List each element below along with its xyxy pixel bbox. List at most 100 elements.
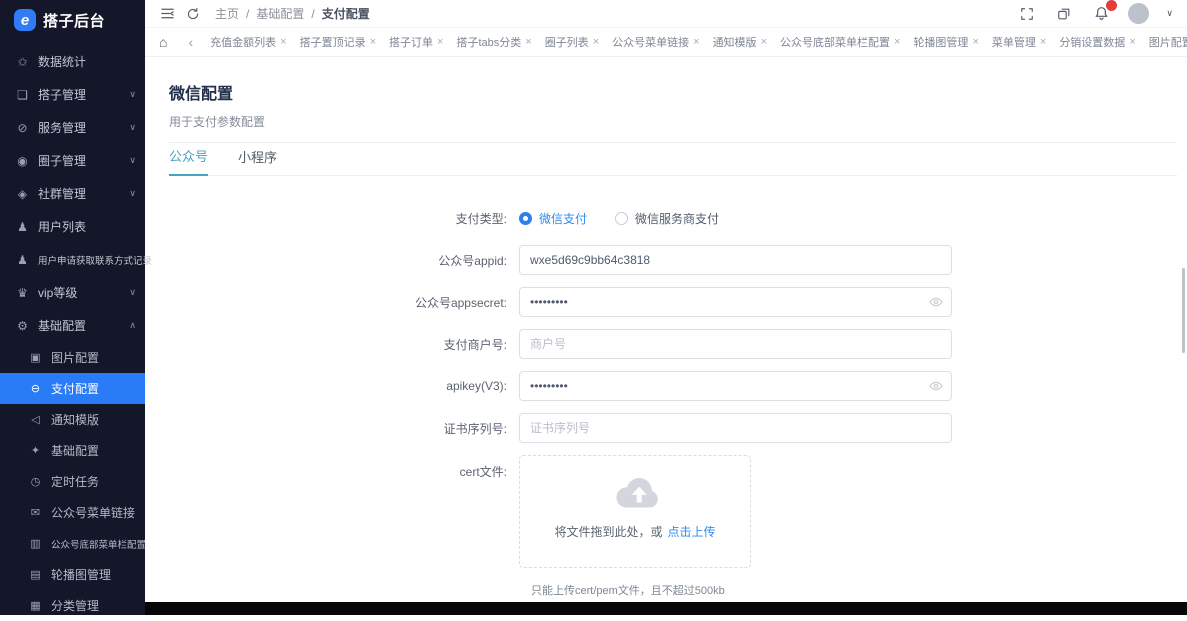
close-icon[interactable]: ×	[280, 36, 286, 48]
click-upload-link[interactable]: 点击上传	[668, 525, 716, 539]
cert-file-row: cert文件: 将文件拖到此处，或点击上传	[169, 455, 1187, 568]
speaker-icon: ◁	[28, 413, 43, 426]
appid-label: 公众号appid:	[169, 252, 519, 269]
notifications-bell-icon[interactable]	[1091, 4, 1111, 24]
close-icon[interactable]: ×	[894, 36, 900, 48]
sidebar-item-vip-level[interactable]: ♛ vip等级 ∨	[0, 276, 145, 309]
cert-serial-input[interactable]	[519, 413, 952, 443]
radio-wechat-provider-pay[interactable]: 微信服务商支付	[615, 210, 719, 227]
tab-label: 通知模版	[713, 34, 757, 50]
avatar[interactable]	[1128, 3, 1149, 24]
collapse-sidebar-icon[interactable]	[157, 4, 177, 24]
sidebar-subitem-cron-tasks[interactable]: ◷ 定时任务	[0, 466, 145, 497]
close-icon[interactable]: ×	[1129, 36, 1135, 48]
tab-item[interactable]: 圈子列表 ×	[545, 28, 599, 57]
radio-selected-icon	[519, 212, 532, 225]
sidebar-subitem-basic-config[interactable]: ✦ 基础配置	[0, 435, 145, 466]
sidebar-item-user-contact-records[interactable]: ♟ 用户申请获取联系方式记录	[0, 243, 145, 276]
main-content: 微信配置 用于支付参数配置 公众号 小程序 支付类型: 微信支付 微信服务商支付…	[145, 57, 1187, 615]
close-icon[interactable]: ×	[693, 36, 699, 48]
chevron-down-icon: ∨	[129, 89, 136, 100]
merchant-id-input-wrap	[519, 329, 952, 359]
close-icon[interactable]: ×	[437, 36, 443, 48]
close-icon[interactable]: ×	[370, 36, 376, 48]
tab-item[interactable]: 轮播图管理 ×	[913, 28, 978, 57]
sidebar-item-service-manage[interactable]: ⊘ 服务管理 ∨	[0, 111, 145, 144]
tab-label: 充值金额列表	[210, 34, 276, 50]
cert-upload-dropzone[interactable]: 将文件拖到此处，或点击上传	[519, 455, 751, 568]
sidebar-subitem-carousel-manage[interactable]: ▤ 轮播图管理	[0, 559, 145, 590]
chevron-down-icon[interactable]: ∨	[1166, 8, 1173, 19]
tab-miniprogram[interactable]: 小程序	[238, 147, 277, 175]
merchant-id-row: 支付商户号:	[169, 329, 1187, 359]
tab-item[interactable]: 搭子tabs分类 ×	[456, 28, 531, 57]
sidebar-subitem-label: 支付配置	[51, 380, 99, 397]
tab-item[interactable]: 搭子订单 ×	[389, 28, 443, 57]
home-tab-icon[interactable]: ⌂	[159, 34, 167, 50]
drop-text: 将文件拖到此处，或	[554, 525, 662, 539]
sidebar-item-stats[interactable]: ✩ 数据统计	[0, 45, 145, 78]
sidebar-item-community-manage[interactable]: ◈ 社群管理 ∨	[0, 177, 145, 210]
radio-wechat-pay[interactable]: 微信支付	[519, 210, 587, 227]
user-record-icon: ♟	[15, 253, 30, 267]
app-logo[interactable]: e 搭子后台	[0, 0, 145, 37]
breadcrumb-item[interactable]: 基础配置	[256, 5, 304, 22]
sidebar-subitem-label: 图片配置	[51, 349, 99, 366]
scrollbar[interactable]	[1182, 268, 1185, 353]
breadcrumb-separator: /	[246, 7, 249, 21]
tab-item[interactable]: 搭子置顶记录 ×	[300, 28, 376, 57]
tab-label: 圈子列表	[545, 34, 589, 50]
message-icon: ✉	[28, 506, 43, 519]
eye-icon[interactable]	[929, 379, 943, 393]
tab-item[interactable]: 公众号菜单链接 ×	[612, 28, 699, 57]
fullscreen-icon[interactable]	[1017, 4, 1037, 24]
cert-upload-hint: 只能上传cert/pem文件，且不超过500kb	[531, 582, 1187, 598]
tab-item[interactable]: 菜单管理 ×	[992, 28, 1046, 57]
appsecret-input[interactable]	[519, 287, 952, 317]
carousel-icon: ▤	[28, 568, 43, 581]
sidebar-item-label: 服务管理	[38, 119, 86, 136]
breadcrumb-item[interactable]: 主页	[215, 5, 239, 22]
apikey-input[interactable]	[519, 371, 952, 401]
tab-label: 分销设置数据	[1059, 34, 1125, 50]
radio-label: 微信服务商支付	[635, 210, 719, 227]
sidebar-item-quanzi-manage[interactable]: ◉ 圈子管理 ∨	[0, 144, 145, 177]
eye-icon[interactable]	[929, 295, 943, 309]
appsecret-input-wrap	[519, 287, 952, 317]
sidebar-subitem-label: 定时任务	[51, 473, 99, 490]
refresh-icon[interactable]	[183, 4, 203, 24]
appid-input[interactable]	[519, 245, 952, 275]
sidebar-item-basic-config[interactable]: ⚙ 基础配置 ∧	[0, 309, 145, 342]
sidebar-subitem-label: 公众号底部菜单栏配置	[51, 537, 146, 551]
sidebar-subitem-image-config[interactable]: ▣ 图片配置	[0, 342, 145, 373]
clone-squares-icon[interactable]	[1054, 4, 1074, 24]
cloud-upload-icon	[608, 472, 662, 511]
sidebar-subitem-mp-bottom-menu-config[interactable]: ▥ 公众号底部菜单栏配置	[0, 528, 145, 559]
tab-item[interactable]: 图片配置 ×	[1149, 28, 1187, 57]
close-icon[interactable]: ×	[1040, 36, 1046, 48]
sidebar-subitem-category-manage[interactable]: ▦ 分类管理	[0, 590, 145, 621]
merchant-id-input[interactable]	[519, 329, 952, 359]
tab-item[interactable]: 公众号底部菜单栏配置 ×	[780, 28, 900, 57]
category-icon: ▦	[28, 599, 43, 612]
sidebar-item-user-list[interactable]: ♟ 用户列表	[0, 210, 145, 243]
sidebar-subitem-mp-menu-links[interactable]: ✉ 公众号菜单链接	[0, 497, 145, 528]
close-icon[interactable]: ×	[972, 36, 978, 48]
tabs-scroll-left-icon[interactable]: ‹	[188, 34, 193, 50]
panel-icon: ❏	[15, 88, 30, 102]
tab-item[interactable]: 充值金额列表 ×	[210, 28, 286, 57]
close-icon[interactable]: ×	[525, 36, 531, 48]
platform-tabs: 公众号 小程序	[169, 143, 1177, 176]
sidebar-subitem-notify-template[interactable]: ◁ 通知模版	[0, 404, 145, 435]
tab-item[interactable]: 分销设置数据 ×	[1059, 28, 1135, 57]
radio-label: 微信支付	[539, 210, 587, 227]
breadcrumb-separator: /	[311, 7, 314, 21]
sidebar-item-dazi-manage[interactable]: ❏ 搭子管理 ∨	[0, 78, 145, 111]
header-actions: ∨	[1017, 3, 1173, 24]
tab-gongzhonghao[interactable]: 公众号	[169, 146, 208, 176]
tab-item[interactable]: 通知模版 ×	[713, 28, 767, 57]
close-icon[interactable]: ×	[593, 36, 599, 48]
close-icon[interactable]: ×	[761, 36, 767, 48]
top-header: 主页 / 基础配置 / 支付配置 ∨	[145, 0, 1187, 28]
sidebar-subitem-pay-config[interactable]: ⊖ 支付配置	[0, 373, 145, 404]
